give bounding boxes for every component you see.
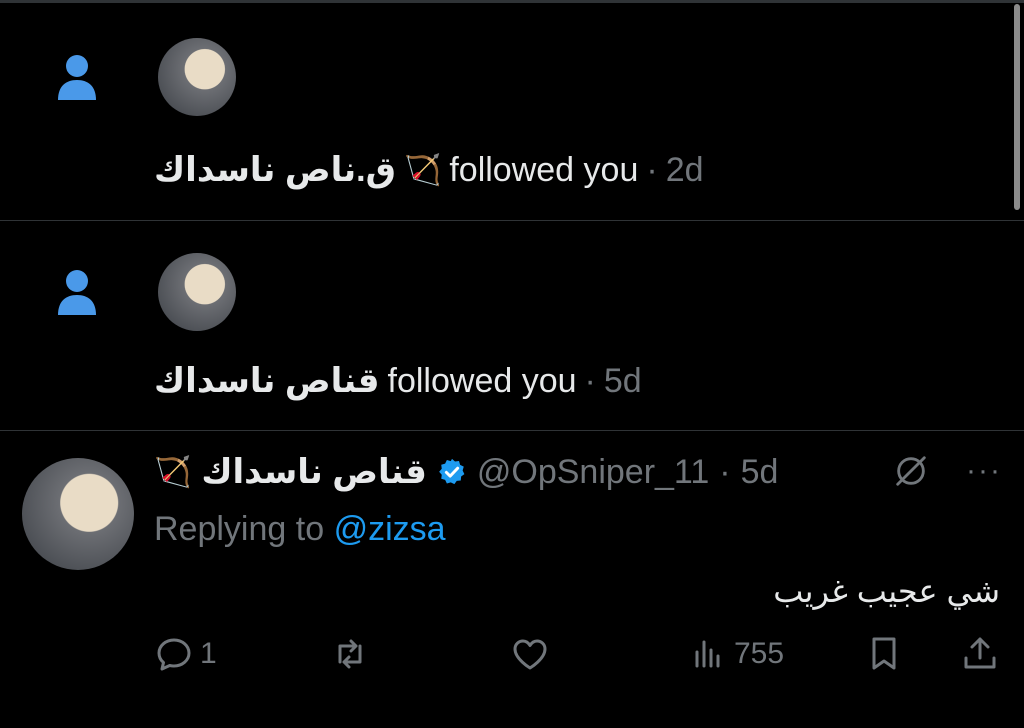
grok-slash-circle-icon[interactable] [892, 452, 930, 490]
timestamp: 2d [665, 150, 704, 189]
reply-count: 1 [200, 637, 217, 670]
separator: · [719, 452, 731, 491]
replying-to-label: Replying to [154, 510, 325, 548]
tweet-timestamp[interactable]: 5d [741, 453, 779, 492]
bow-arrow-emoji: 🏹 [403, 153, 442, 187]
tweet-display-name[interactable]: قناص ناسداك [201, 452, 427, 492]
tweet-handle[interactable]: @OpSniper_11 [477, 453, 709, 492]
bow-arrow-emoji: 🏹 [154, 455, 192, 489]
notifications-page: ق.ناص ناسداك 🏹 followed you · 2d قناص نا… [0, 0, 1024, 728]
tweet-avatar[interactable] [22, 458, 134, 570]
tweet-header: 🏹 قناص ناسداك @OpSniper_11 · 5d [154, 452, 778, 492]
tweet-text: شي عجيب غريب [773, 573, 1000, 609]
replying-to: Replying to @zizsa [154, 510, 446, 549]
timestamp: 5d [603, 361, 642, 400]
separator: · [646, 150, 658, 189]
retweet-button[interactable] [330, 634, 376, 674]
views-count: 755 [734, 637, 785, 670]
tweet-actions: 1 755 [154, 634, 1000, 682]
more-options-icon[interactable]: ··· [966, 454, 1002, 488]
follow-notification-2[interactable]: قناص ناسداك followed you · 5d [0, 221, 1024, 431]
tweet-top-icons: ··· [892, 452, 1002, 490]
avatar[interactable] [158, 253, 236, 331]
comment-icon [157, 638, 191, 671]
avatar[interactable] [158, 38, 236, 116]
bookmark-button[interactable] [864, 634, 904, 674]
share-button[interactable] [960, 634, 1000, 674]
like-button[interactable] [510, 634, 556, 674]
user-name[interactable]: قناص ناسداك [154, 361, 380, 401]
notification-text: قناص ناسداك followed you · 5d [154, 361, 642, 401]
bookmark-icon [872, 637, 896, 670]
person-icon [58, 55, 96, 100]
views-button[interactable]: 755 [688, 634, 784, 674]
heart-icon [513, 639, 547, 670]
reply-button[interactable]: 1 [154, 634, 217, 674]
notification-action: followed you [449, 150, 639, 189]
notification-action: followed you [387, 361, 577, 400]
share-icon [964, 637, 996, 669]
divider [0, 430, 1024, 431]
separator: · [584, 361, 596, 400]
retweet-icon [338, 639, 362, 669]
person-icon [58, 270, 96, 315]
user-name[interactable]: ق.ناص ناسداك [154, 150, 396, 190]
follow-notification-1[interactable]: ق.ناص ناسداك 🏹 followed you · 2d [0, 0, 1024, 220]
replying-to-handle[interactable]: @zizsa [334, 510, 446, 548]
notification-text: ق.ناص ناسداك 🏹 followed you · 2d [154, 150, 704, 190]
verified-badge-icon [439, 458, 465, 485]
analytics-icon [695, 640, 720, 668]
